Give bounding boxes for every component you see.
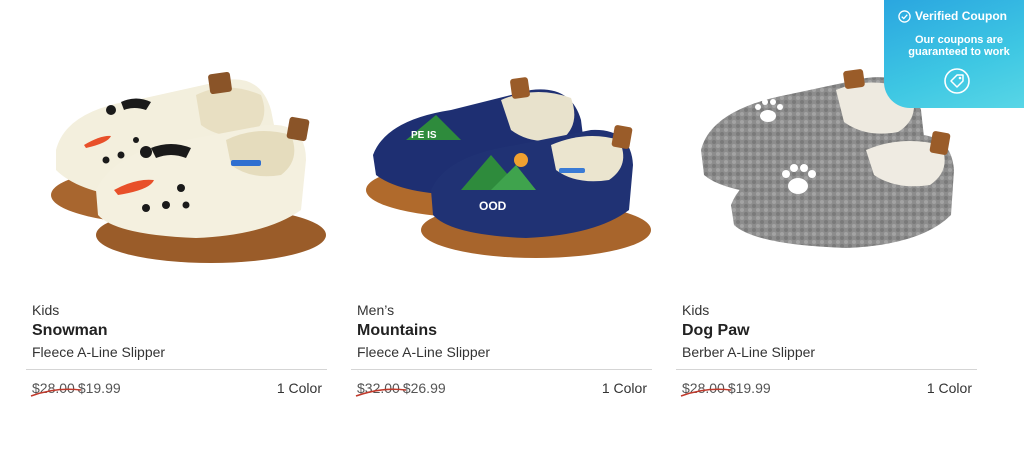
product-category: Kids — [32, 302, 60, 318]
price-row: $32.00 $26.99 1 Color — [355, 380, 647, 400]
product-image-snowman[interactable] — [26, 40, 327, 280]
color-count[interactable]: 1 Color — [277, 380, 322, 396]
product-grid: Kids Snowman Fleece A-Line Slipper $28.0… — [26, 0, 981, 449]
coupon-title: Verified Coupon — [915, 9, 1008, 23]
product-category: Men’s — [357, 302, 395, 318]
svg-text:OOD: OOD — [479, 199, 507, 213]
product-card-mountains[interactable]: PE IS OOD Men’s Mountains Fleece A-Line … — [351, 0, 652, 449]
svg-text:PE IS: PE IS — [411, 130, 437, 141]
product-style: Fleece A-Line Slipper — [32, 344, 166, 360]
strikethrough-mark — [680, 388, 732, 397]
snowman-slipper-image — [51, 71, 326, 263]
product-name[interactable]: Mountains — [357, 320, 652, 342]
mountains-slipper-image: PE IS OOD — [366, 77, 651, 258]
card-divider — [26, 369, 327, 370]
product-image-mountains[interactable]: PE IS OOD — [351, 40, 652, 280]
sale-price: $19.99 — [727, 380, 771, 396]
coupon-subtitle: Our coupons are guaranteed to work — [908, 34, 1010, 58]
sale-price: $26.99 — [402, 380, 446, 396]
price-row: $28.00 $19.99 1 Color — [680, 380, 972, 400]
price-row: $28.00 $19.99 1 Color — [30, 380, 322, 400]
color-count[interactable]: 1 Color — [927, 380, 972, 396]
product-style: Berber A-Line Slipper — [682, 344, 816, 360]
verified-coupon-badge[interactable]: Verified Coupon Our coupons are guarante… — [884, 0, 1024, 108]
original-price: $32.00 — [355, 380, 407, 397]
card-divider — [676, 369, 977, 370]
product-name[interactable]: Dog Paw — [682, 320, 977, 342]
sale-price: $19.99 — [77, 380, 121, 396]
original-price: $28.00 — [680, 380, 732, 397]
coupon-tag-icon[interactable] — [944, 68, 970, 94]
product-style: Fleece A-Line Slipper — [357, 344, 491, 360]
strikethrough-mark — [30, 388, 82, 397]
product-category: Kids — [682, 302, 710, 318]
check-circle-icon — [898, 9, 911, 23]
strikethrough-mark — [355, 388, 407, 397]
coupon-title-row: Verified Coupon — [898, 9, 1007, 23]
color-count[interactable]: 1 Color — [602, 380, 647, 396]
original-price: $28.00 — [30, 380, 82, 397]
product-name[interactable]: Snowman — [32, 320, 327, 342]
card-divider — [351, 369, 652, 370]
product-card-snowman[interactable]: Kids Snowman Fleece A-Line Slipper $28.0… — [26, 0, 327, 449]
